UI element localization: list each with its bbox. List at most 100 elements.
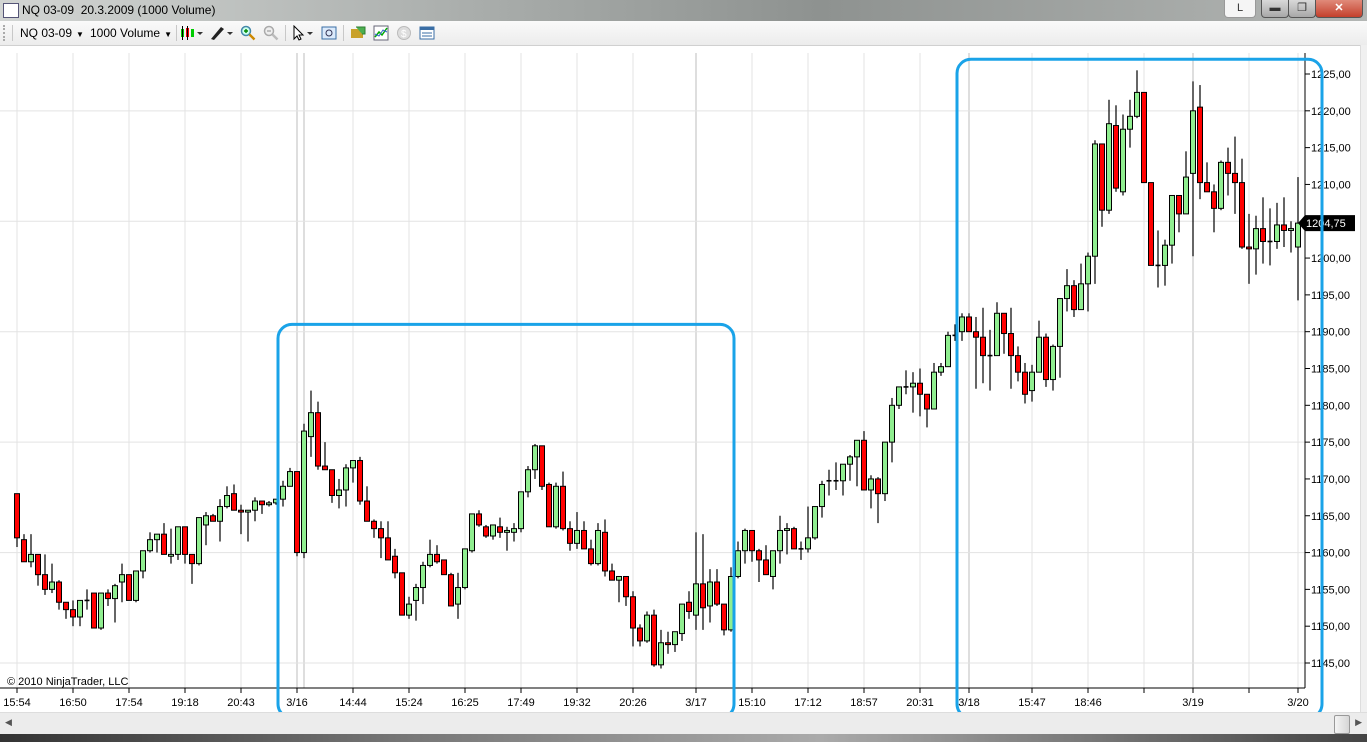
layout-button[interactable]: L (1224, 0, 1256, 18)
candle-body (189, 553, 195, 565)
toolbar-grip[interactable] (3, 25, 7, 41)
candle-body (98, 592, 104, 629)
restore-icon[interactable]: ❐ (1288, 0, 1316, 18)
data-box-icon[interactable] (321, 25, 337, 41)
time-axis[interactable]: 15:54 16:50 17:54 19:18 20:43 3/16 14:44 15:24 1… (3, 688, 1309, 709)
candle-body (203, 515, 209, 526)
candle-up (868, 475, 874, 509)
drawing-pencil-icon[interactable] (209, 25, 235, 41)
minimize-icon[interactable]: ▬ (1261, 0, 1289, 18)
candle-body (1078, 283, 1084, 311)
x-tick-label: 15:47 (1018, 697, 1046, 709)
candle-down (21, 534, 27, 563)
candle-down (14, 493, 20, 548)
candle-up (413, 583, 419, 621)
strategies-icon[interactable] (350, 25, 366, 41)
scroll-left-icon[interactable]: ◀ (5, 717, 12, 728)
x-tick-label: 20:43 (227, 697, 255, 709)
candle-body (602, 531, 608, 572)
candle-down (714, 569, 720, 606)
candle-body (371, 520, 377, 530)
candle-down (448, 572, 454, 607)
candle-up (847, 455, 853, 481)
candle-down (441, 559, 447, 576)
candle-body (161, 533, 167, 555)
candlestick-style-icon[interactable] (180, 25, 206, 41)
candle-up (1218, 160, 1224, 211)
y-tick-label: 1215,00 (1311, 143, 1351, 155)
candle-down (980, 307, 986, 384)
candle-up (532, 443, 538, 479)
candle-up (504, 526, 510, 551)
pointer-icon[interactable] (291, 24, 317, 41)
candle-body (350, 460, 356, 469)
candle-body (336, 489, 342, 497)
candle-body (756, 550, 762, 561)
candle-down (42, 554, 48, 595)
candle-body (707, 581, 713, 607)
x-tick-label: 20:31 (906, 697, 934, 709)
candle-up (889, 397, 895, 463)
instrument-selector[interactable]: NQ 03-09 ▼ (20, 26, 84, 40)
candle-up (343, 464, 349, 507)
properties-icon[interactable] (419, 25, 435, 41)
candle-body (280, 485, 286, 500)
candle-down (63, 601, 69, 619)
scrollbar-thumb[interactable] (1334, 715, 1350, 734)
currency-icon[interactable]: $ (396, 25, 412, 41)
candle-down (581, 521, 587, 550)
candle-body (1085, 255, 1091, 285)
candle-up (938, 362, 944, 376)
candle-body (980, 336, 986, 357)
candle-body (245, 509, 251, 513)
candle-body (322, 465, 328, 471)
zoom-out-icon[interactable] (263, 25, 279, 41)
candle-down (539, 445, 545, 490)
x-tick-label: 15:10 (738, 697, 766, 709)
candle-up (882, 441, 888, 502)
candle-body (924, 393, 930, 410)
candle-down (385, 521, 391, 561)
price-axis[interactable]: 1225,001220,001215,001210,001205,001200,… (1305, 69, 1351, 670)
candle-down (497, 517, 503, 538)
period-selector[interactable]: 1000 Volume ▼ (90, 26, 172, 40)
zoom-in-icon[interactable] (240, 25, 256, 41)
horizontal-scrollbar[interactable]: ◀ ▶ (0, 712, 1367, 734)
candle-down (91, 592, 97, 629)
candle-down (1099, 143, 1105, 227)
candle-up (1127, 99, 1133, 148)
chart-canvas[interactable]: 1225,001220,001215,001210,001205,001200,… (0, 45, 1360, 720)
candle-down (1015, 346, 1021, 382)
candle-body (630, 596, 636, 629)
candle-body (140, 550, 146, 572)
candle-up (1169, 194, 1175, 264)
candle-up (693, 532, 699, 630)
candle-body (525, 469, 531, 493)
candle-down (966, 313, 972, 333)
indicators-icon[interactable] (373, 25, 389, 41)
candle-up (812, 506, 818, 540)
price-chart[interactable]: 1225,001220,001215,001210,001205,001200,… (0, 45, 1360, 720)
candle-body (721, 603, 727, 631)
y-tick-label: 1185,00 (1311, 364, 1350, 376)
candle-body (56, 581, 62, 603)
close-icon[interactable]: ✕ (1315, 0, 1363, 18)
chevron-down-icon: ▼ (76, 30, 84, 39)
candle-up (945, 331, 951, 368)
candle-body (287, 471, 293, 487)
candle-body (378, 528, 384, 539)
candle-down (973, 316, 979, 389)
candle-body (462, 548, 468, 589)
candle-down (1260, 197, 1266, 264)
candle-down (1071, 280, 1077, 317)
candle-body (1225, 161, 1231, 174)
candle-down (791, 526, 797, 550)
candle-body (896, 386, 902, 406)
candle-up (1253, 215, 1259, 275)
scroll-right-icon[interactable]: ▶ (1355, 717, 1362, 728)
candle-up (420, 561, 426, 605)
chart-toolbar: NQ 03-09 ▼ 1000 Volume ▼ $ (0, 21, 1367, 46)
candle-up (406, 596, 412, 619)
candle-body (49, 581, 55, 590)
candle-body (1204, 182, 1210, 193)
